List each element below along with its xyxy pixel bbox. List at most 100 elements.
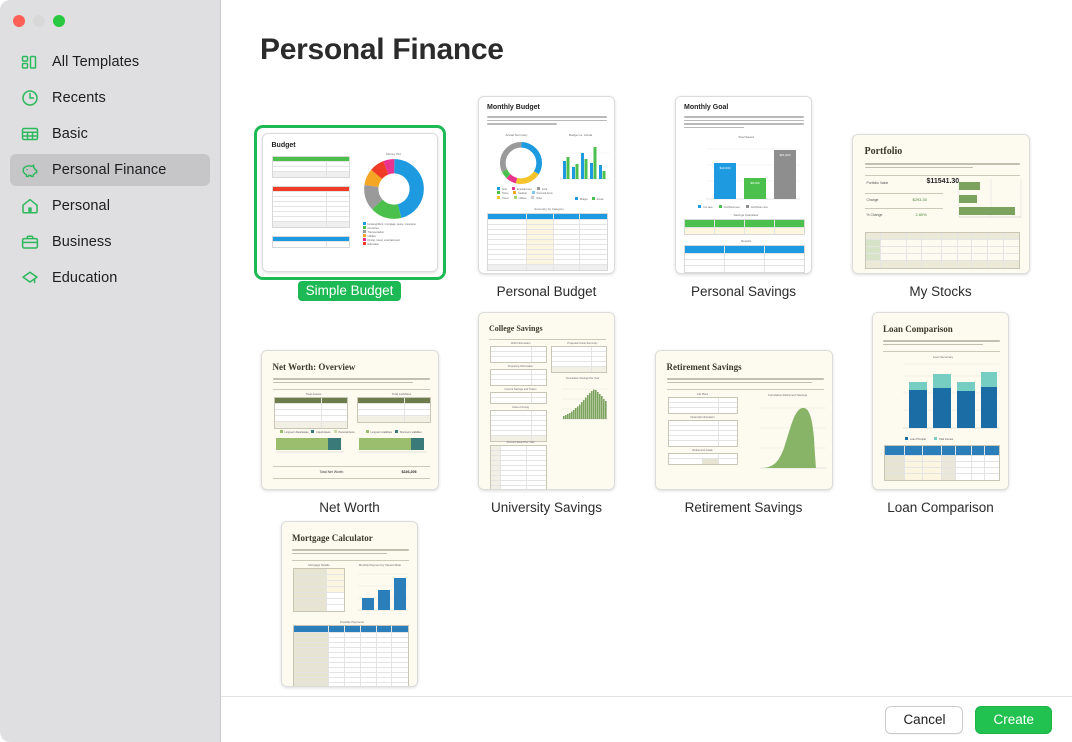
thumbnail-net-worth[interactable]: Net Worth: Overview Total Assets Total L…: [260, 350, 439, 490]
template-cell-personal-savings[interactable]: Monthly Goal Total Saved $13,000 $8,000 …: [645, 85, 842, 301]
doc-title: Net Worth: Overview: [272, 362, 356, 372]
thumbnail-personal-savings[interactable]: Monthly Goal Total Saved $13,000 $8,000 …: [675, 96, 812, 274]
thumbnail-wrap[interactable]: Net Worth: Overview Total Assets Total L…: [260, 350, 439, 490]
svg-text:$21,000: $21,000: [780, 153, 791, 157]
thumbnail-wrap[interactable]: College Savings Child Information Financ…: [478, 312, 615, 490]
table-title: Retirement Goals: [692, 449, 713, 452]
sidebar-item-label: Personal Finance: [52, 162, 167, 178]
doc-title: Portfolio: [864, 146, 903, 157]
cancel-button[interactable]: Cancel: [885, 705, 964, 734]
doc-title: Loan Comparison: [883, 324, 953, 334]
piggy-bank-icon: [20, 160, 40, 180]
panel-title: Total Liabilities: [391, 392, 412, 396]
sidebar-item-label: Personal: [52, 198, 111, 214]
thumbnail-wrap[interactable]: Mortgage Calculator Mortgage Details Mon…: [281, 521, 418, 687]
doc-title: Budget: [271, 142, 296, 149]
template-chooser-window: All Templates Recents Basic Personal Fin…: [0, 0, 1072, 742]
minimize-button[interactable]: [33, 15, 45, 27]
template-grid: Budget Money Out Housing/Rent, mortgage,…: [221, 67, 1051, 687]
dialog-footer: Cancel Create: [221, 696, 1072, 742]
thumbnail-retirement-savings[interactable]: Retirement Savings Life Plans Financial …: [654, 350, 833, 490]
thumbnail-wrap[interactable]: Monthly Budget Actual Summary Budget vs.…: [478, 96, 615, 274]
table-title: Life Plans: [696, 393, 709, 396]
thumbnail-wrap[interactable]: Portfolio Portfolio Value $11541.30 Chan…: [851, 134, 1030, 274]
sidebar-item-education[interactable]: Education: [10, 262, 210, 294]
net-worth-total-value: $226,205: [401, 470, 417, 474]
table-title: Mortgage Details: [308, 563, 330, 567]
template-cell-simple-budget[interactable]: Budget Money Out Housing/Rent, mortgage,…: [251, 85, 448, 301]
template-label: Simple Budget: [297, 281, 402, 301]
sidebar-item-label: Business: [52, 234, 112, 250]
metric-label: % Change: [866, 213, 883, 217]
metric-label: Portfolio Value: [866, 181, 889, 185]
sidebar-item-label: Basic: [52, 126, 88, 142]
sidebar-item-personal-finance[interactable]: Personal Finance: [10, 154, 210, 186]
template-scroll-area[interactable]: Personal Finance Budget Money Out Housin…: [221, 0, 1072, 696]
template-cell-net-worth[interactable]: Net Worth: Overview Total Assets Total L…: [251, 301, 448, 517]
thumbnail-wrap[interactable]: Monthly Goal Total Saved $13,000 $8,000 …: [675, 96, 812, 274]
template-label: Net Worth: [319, 500, 380, 515]
table-title: Financial Information: [690, 416, 715, 419]
template-label: Personal Savings: [690, 284, 797, 299]
sidebar-item-personal[interactable]: Personal: [10, 190, 210, 222]
graduation-cap-icon: [20, 268, 40, 288]
template-cell-university-savings[interactable]: College Savings Child Information Financ…: [448, 301, 645, 517]
svg-text:$13,000: $13,000: [720, 166, 731, 170]
template-cell-retirement-savings[interactable]: Retirement Savings Life Plans Financial …: [645, 301, 842, 517]
sidebar-item-business[interactable]: Business: [10, 226, 210, 258]
thumbnail-simple-budget[interactable]: Budget Money Out Housing/Rent, mortgage,…: [261, 133, 438, 272]
sidebar-item-basic[interactable]: Basic: [10, 118, 210, 150]
thumbnail-university-savings[interactable]: College Savings Child Information Financ…: [478, 312, 615, 490]
close-button[interactable]: [13, 15, 25, 27]
thumbnail-mortgage-calculator[interactable]: Mortgage Calculator Mortgage Details Mon…: [281, 521, 418, 687]
window-controls: [0, 0, 220, 42]
thumbnail-wrap[interactable]: Budget Money Out Housing/Rent, mortgage,…: [253, 125, 446, 280]
main-content: Personal Finance Budget Money Out Housin…: [221, 0, 1072, 742]
page-title: Personal Finance: [260, 33, 504, 66]
chart-title: Cumulative Savings Per Year: [565, 377, 600, 380]
zoom-button[interactable]: [53, 15, 65, 27]
table-title: Possible Payments: [340, 620, 364, 624]
sidebar-nav: All Templates Recents Basic Personal Fin…: [0, 42, 220, 298]
chart-title: Cumulative Retirement Savings: [767, 393, 808, 397]
legend-loan-principal: Loan Principal: [910, 438, 926, 441]
legend-total-interest: Total Interest: [938, 438, 954, 441]
doc-title: Mortgage Calculator: [292, 533, 373, 543]
doc-title: Retirement Savings: [666, 362, 742, 372]
thumbnail-loan-comparison[interactable]: Loan Comparison Loan Summary Loan Princi…: [872, 312, 1009, 490]
thumbnail-wrap[interactable]: Retirement Savings Life Plans Financial …: [654, 350, 833, 490]
doc-title: Monthly Goal: [684, 104, 729, 111]
svg-text:$8,000: $8,000: [750, 181, 760, 185]
net-worth-total-label: Total Net Worth:: [319, 470, 344, 474]
sidebar-item-label: Education: [52, 270, 118, 286]
chart-title: Loan Summary: [932, 355, 954, 359]
sidebar-item-label: Recents: [52, 90, 106, 106]
template-label: Retirement Savings: [684, 500, 803, 515]
thumbnail-wrap[interactable]: Loan Comparison Loan Summary Loan Princi…: [872, 312, 1009, 490]
sidebar-item-recents[interactable]: Recents: [10, 82, 210, 114]
template-cell-mortgage-calculator[interactable]: Mortgage Calculator Mortgage Details Mon…: [251, 517, 448, 687]
template-cell-loan-comparison[interactable]: Loan Comparison Loan Summary Loan Princi…: [842, 301, 1039, 517]
sidebar-item-label: All Templates: [52, 54, 140, 70]
sidebar-item-all-templates[interactable]: All Templates: [10, 46, 210, 78]
template-cell-personal-budget[interactable]: Monthly Budget Actual Summary Budget vs.…: [448, 85, 645, 301]
house-icon: [20, 196, 40, 216]
table-icon: [20, 124, 40, 144]
briefcase-icon: [20, 232, 40, 252]
doc-title: College Savings: [489, 324, 543, 333]
create-button[interactable]: Create: [975, 705, 1052, 734]
thumbnail-my-stocks[interactable]: Portfolio Portfolio Value $11541.30 Chan…: [851, 134, 1030, 274]
grid-blocks-icon: [20, 52, 40, 72]
template-label: University Savings: [490, 500, 603, 515]
template-label: Loan Comparison: [887, 500, 994, 515]
clock-icon: [20, 88, 40, 108]
metric-value: 2.60%: [915, 212, 927, 217]
template-label: My Stocks: [909, 284, 972, 299]
metric-value: $293.30: [912, 197, 927, 202]
doc-title: Monthly Budget: [487, 104, 540, 111]
thumbnail-personal-budget[interactable]: Monthly Budget Actual Summary Budget vs.…: [478, 96, 615, 274]
template-label: Personal Budget: [496, 284, 597, 299]
template-cell-my-stocks[interactable]: Portfolio Portfolio Value $11541.30 Chan…: [842, 85, 1039, 301]
panel-title: Total Assets: [305, 392, 322, 396]
sidebar: All Templates Recents Basic Personal Fin…: [0, 0, 221, 742]
